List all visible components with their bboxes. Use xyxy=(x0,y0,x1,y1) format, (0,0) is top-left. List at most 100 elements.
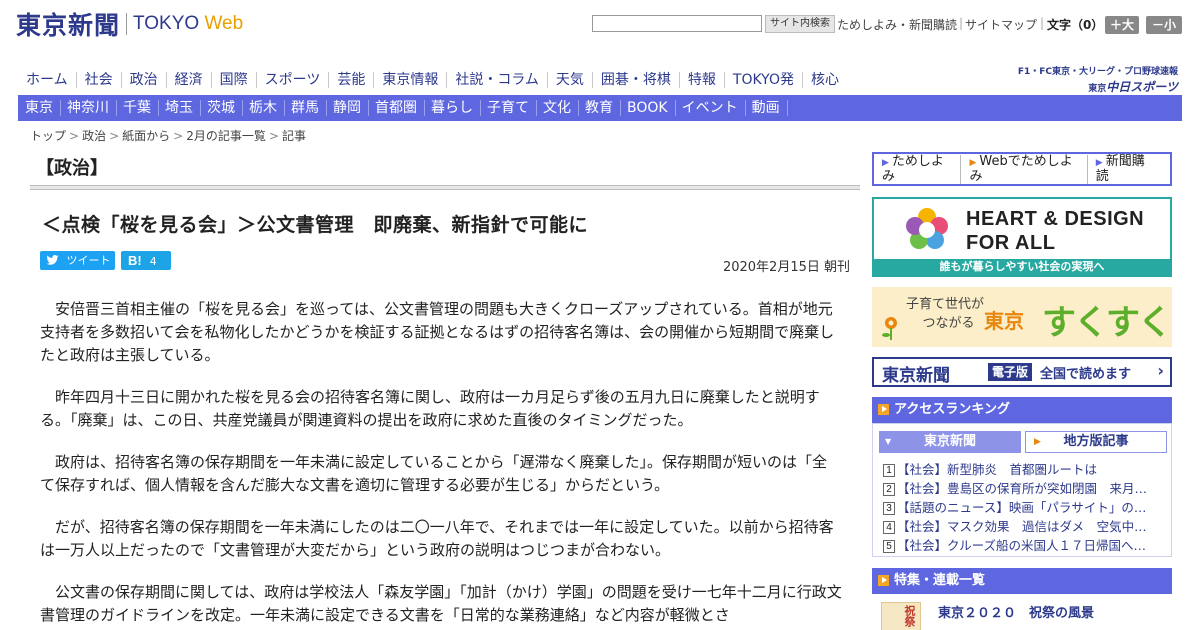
features-header: 特集・連載一覧 xyxy=(872,568,1172,594)
local-nav-item[interactable]: 群馬 xyxy=(285,100,327,116)
local-nav-item[interactable]: 神奈川 xyxy=(61,100,117,116)
article-paragraph: だが、招待客名簿の保存期間を一年未満にしたのは二〇一八年で、それまでは一年に設定… xyxy=(40,518,834,559)
link-divider: | xyxy=(1040,16,1045,30)
article-paragraph: 安倍晋三首相主催の「桜を見る会」を巡っては、公文書管理の問題も大きくクローズアッ… xyxy=(40,300,835,364)
main-nav-item[interactable]: 国際 xyxy=(210,72,256,88)
triangle-icon: ▶ xyxy=(969,157,977,168)
local-nav-item[interactable]: 教育 xyxy=(579,100,621,116)
article-date: 2020年2月15日 朝刊 xyxy=(722,260,850,275)
epaper-banner[interactable]: 東京新聞 電子版 全国で読めます › xyxy=(872,357,1172,387)
breadcrumb-item[interactable]: トップ xyxy=(30,129,66,143)
local-nav-item[interactable]: 栃木 xyxy=(243,100,285,116)
local-nav-item[interactable]: 東京 xyxy=(18,100,61,116)
article-paragraph: 昨年四月十三日に開かれた桜を見る会の招待客名簿に関し、政府は一カ月足らず後の五月… xyxy=(40,388,820,429)
local-nav-item[interactable]: 千葉 xyxy=(117,100,159,116)
tab-tokyo-shimbun[interactable]: ▼ 東京新聞 xyxy=(879,431,1021,453)
chunichi-sports-banner[interactable]: F1・FC東京・大リーグ・プロ野球速報 東京中日スポーツ xyxy=(1018,64,1178,95)
site-search-button[interactable]: サイト内検索 xyxy=(765,15,835,33)
local-nav-item[interactable]: 埼玉 xyxy=(159,100,201,116)
hatena-count: 4 xyxy=(149,255,157,268)
web-trial-link[interactable]: ▶ Webでためしよみ xyxy=(969,154,1088,184)
sukusuku-tokyo: 東京 xyxy=(984,309,1024,333)
main-nav-item[interactable]: 天気 xyxy=(546,72,592,88)
ranking-text: 【社会】クルーズ船の米国人１７日帰国へ… xyxy=(897,538,1147,553)
font-larger-button[interactable]: ＋大 xyxy=(1105,16,1139,34)
logo-english: TOKYO Web xyxy=(133,13,244,34)
hatena-icon: B! xyxy=(128,253,142,268)
sitemap-link[interactable]: サイトマップ xyxy=(965,16,1037,33)
rank-number: 5 xyxy=(883,540,895,553)
main-nav-item[interactable]: ホーム xyxy=(18,72,76,88)
play-icon xyxy=(878,404,889,415)
trial-read-link[interactable]: ▶ ためしよみ xyxy=(882,154,962,184)
main-nav-item[interactable]: 経済 xyxy=(165,72,211,88)
main-nav-item[interactable]: 社説・コラム xyxy=(446,72,547,88)
triangle-down-icon: ▼ xyxy=(885,437,892,446)
breadcrumb-separator: > xyxy=(173,129,184,143)
ranking-list: 1 【社会】新型肺炎 首都圏ルートは 2 【社会】豊島区の保育所が突如閉園 来月… 3 【… xyxy=(883,460,1167,555)
main-nav: ホーム 社会 政治 経済 国際 スポーツ 芸能 東京情報 社説・コラム 天気 囲碁・将棋 特報 TOKY… xyxy=(18,68,847,92)
heart-design-banner[interactable]: HEART & DESIGN FOR ALL 誰もが暮らしやすい社会の実現へ xyxy=(872,197,1172,277)
ranking-item[interactable]: 4 【社会】マスク効果 過信はダメ 空気中… xyxy=(883,517,1167,536)
local-nav-item[interactable]: BOOK xyxy=(621,100,676,116)
breadcrumb-item[interactable]: 紙面から xyxy=(122,129,170,143)
ranking-text: 【社会】マスク効果 過信はダメ 空気中… xyxy=(897,519,1147,534)
triangle-icon: ▶ xyxy=(882,157,889,168)
flower-icon xyxy=(882,317,897,340)
main-nav-item[interactable]: TOKYO発 xyxy=(723,72,802,88)
main-nav-item[interactable]: 東京情報 xyxy=(373,72,446,88)
local-nav-item[interactable]: 茨城 xyxy=(201,100,243,116)
feature-thumbnail[interactable]: 祝祭 xyxy=(881,602,921,630)
site-search-input[interactable] xyxy=(592,15,762,32)
epaper-text: 全国で読めます xyxy=(1040,367,1132,382)
chunichi-title: 東京中日スポーツ xyxy=(1088,80,1178,94)
ranking-item[interactable]: 2 【社会】豊島区の保育所が突如閉園 来月… xyxy=(883,479,1167,498)
logo-divider xyxy=(126,13,128,35)
ranking-text: 【社会】豊島区の保育所が突如閉園 来月… xyxy=(897,481,1148,496)
article-paragraph: 公文書の保存期間に関しては、政府は学校法人「森友学園」「加計（かけ）学園」の問題… xyxy=(40,583,842,624)
hatena-bookmark-button[interactable]: B! 4 xyxy=(121,251,171,270)
feature-link[interactable]: 東京２０２０ 祝祭の風景 xyxy=(938,602,1094,621)
main-nav-item[interactable]: 囲碁・将棋 xyxy=(591,72,679,88)
main-nav-item[interactable]: 芸能 xyxy=(328,72,373,88)
rank-number: 2 xyxy=(883,483,895,496)
triangle-right-icon: ▶ xyxy=(1034,437,1041,447)
ranking-panel: ▼ 東京新聞 ▶ 地方版記事 1 【社会】新型肺炎 首都圏ルートは 2 【社会】豊島区の保… xyxy=(872,423,1172,557)
article-headline: ＜点検「桜を見る会」＞公文書管理 即廃棄、新指針で可能に xyxy=(42,214,589,236)
subscribe-link[interactable]: ▶ 新聞購読 xyxy=(1096,154,1162,184)
ranking-text: 【話題のニュース】映画「パラサイト」の… xyxy=(897,500,1147,515)
tab-local-articles[interactable]: ▶ 地方版記事 xyxy=(1025,431,1167,453)
rank-number: 4 xyxy=(883,521,895,534)
ranking-item[interactable]: 1 【社会】新型肺炎 首都圏ルートは xyxy=(883,460,1167,479)
ranking-text: 【社会】新型肺炎 首都圏ルートは xyxy=(897,462,1098,477)
main-nav-item[interactable]: スポーツ xyxy=(255,72,329,88)
breadcrumb-item[interactable]: 政治 xyxy=(82,129,106,143)
main-nav-item[interactable]: 特報 xyxy=(678,72,724,88)
section-heading: 【政治】 xyxy=(36,158,108,179)
ranking-item[interactable]: 5 【社会】クルーズ船の米国人１７日帰国へ… xyxy=(883,536,1167,555)
font-smaller-button[interactable]: －小 xyxy=(1146,16,1182,34)
breadcrumb-item[interactable]: 2月の記事一覧 xyxy=(186,129,266,143)
tokyo-sukusuku-banner[interactable]: 子育て世代が つながる 東京 すくすく xyxy=(872,287,1172,347)
local-nav-item[interactable]: 文化 xyxy=(537,100,579,116)
flower-logo-icon xyxy=(906,208,948,249)
trial-subscribe-link[interactable]: ためしよみ・新聞購読 xyxy=(837,16,957,33)
ranking-item[interactable]: 3 【話題のニュース】映画「パラサイト」の… xyxy=(883,498,1167,517)
local-nav-item[interactable]: 静岡 xyxy=(327,100,369,116)
twitter-bird-icon xyxy=(46,255,59,265)
local-nav-item[interactable]: 子育て xyxy=(481,100,537,116)
local-nav-item[interactable]: 首都圏 xyxy=(369,100,425,116)
link-divider: | xyxy=(959,16,964,30)
main-nav-item[interactable]: 社会 xyxy=(75,72,121,88)
logo-japanese: 東京新聞 xyxy=(16,11,121,40)
tweet-button[interactable]: ツイート xyxy=(40,251,115,270)
main-nav-item[interactable]: 政治 xyxy=(120,72,166,88)
local-nav-item[interactable]: 動画 xyxy=(746,100,788,116)
main-nav-item[interactable]: 核心 xyxy=(801,72,847,88)
sukusuku-title: すくすく xyxy=(1042,303,1172,343)
heart-design-footer: 誰もが暮らしやすい社会の実現へ xyxy=(874,259,1170,275)
local-nav-item[interactable]: 暮らし xyxy=(425,100,481,116)
site-logo[interactable]: 東京新聞 TOKYO Web xyxy=(16,9,244,40)
local-nav-item[interactable]: イベント xyxy=(676,100,746,116)
breadcrumb: トップ > 政治 > 紙面から >2月の記事一覧 > 記事 xyxy=(30,127,306,144)
